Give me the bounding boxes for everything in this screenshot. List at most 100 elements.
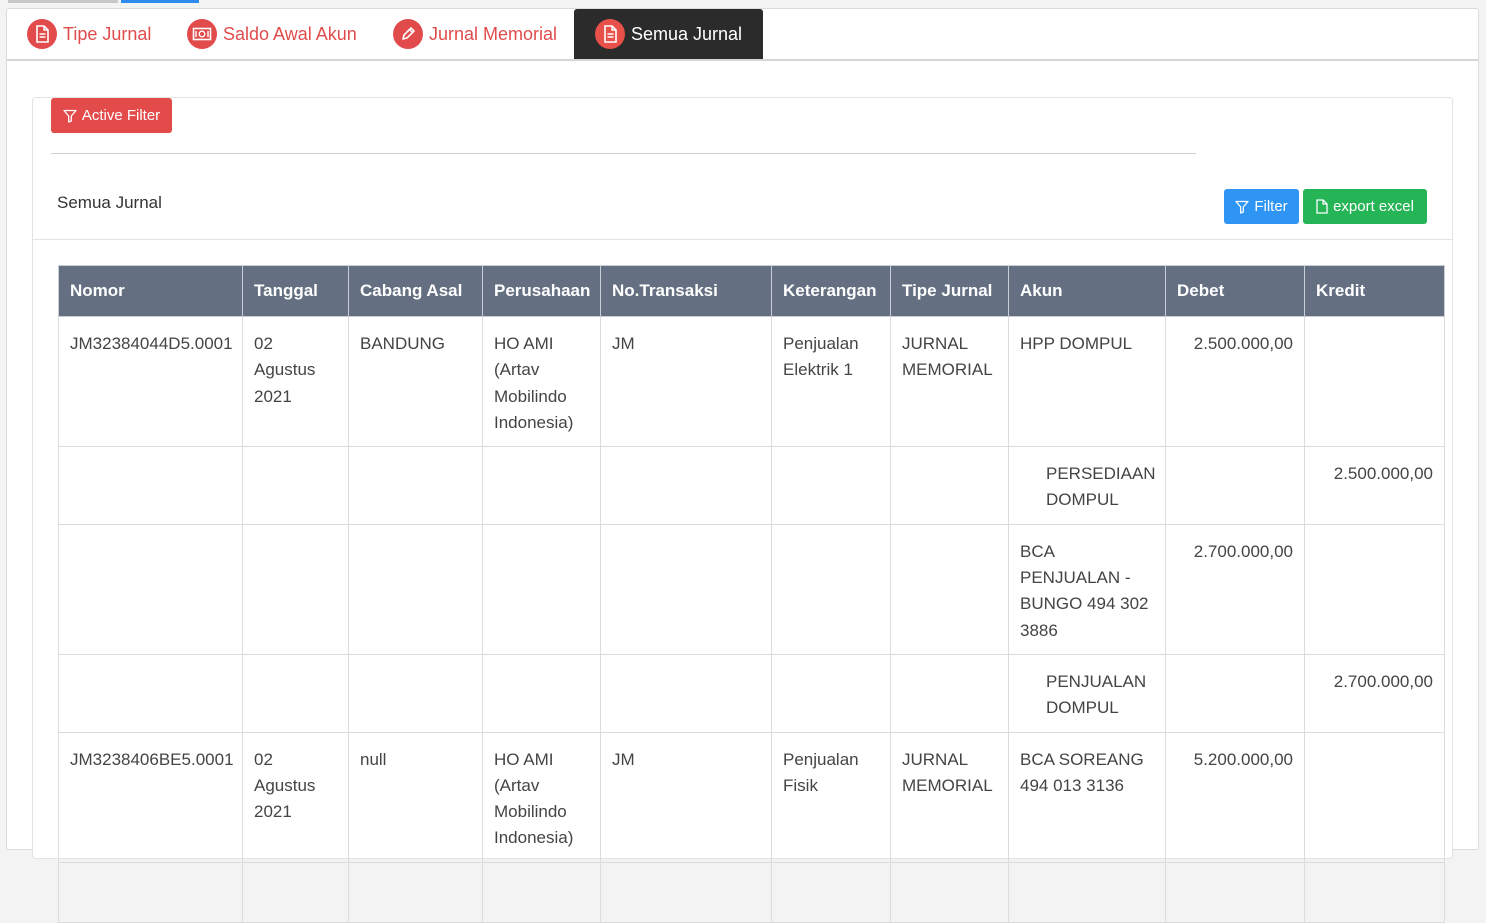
cell-nomor [58,523,243,655]
cell-nomor [58,653,243,733]
column-header[interactable]: Nomor [58,265,243,317]
cell-perusahaan [482,861,601,923]
journal-card: Active Filter Semua Jurnal Filter export… [32,97,1453,923]
table-row: JM3238406BE5.0001 02 Agustus 2021 null H… [58,731,1445,863]
tab-bar: Tipe Jurnal Saldo Awal Akun Jurnal Memor… [7,9,1478,61]
cell-perusahaan: HO AMI (Artav Mobilindo Indonesia) [482,731,601,863]
cell-perusahaan [482,653,601,733]
tab-semua-jurnal[interactable]: Semua Jurnal [574,9,764,59]
column-header[interactable]: Kredit [1304,265,1445,317]
cell-cabang [348,523,483,655]
top-scroll-indicator [0,0,200,3]
tab-saldo-awal-akun[interactable]: Saldo Awal Akun [187,9,357,59]
journal-table: Nomor Tanggal Cabang Asal Perusahaan No.… [58,265,1445,923]
export-excel-button[interactable]: export excel [1303,189,1427,224]
cell-tipe: JURNAL MEMORIAL [890,315,1009,448]
cell-akun [1008,861,1166,923]
money-icon [187,19,217,49]
filter-icon [1235,200,1249,214]
tab-label: Tipe Jurnal [63,23,152,44]
filter-label: Filter [1254,198,1288,215]
table-row: BCA PENJUALAN - BUNGO 494 302 3886 2.700… [58,523,1445,655]
cell-nomor: JM32384044D5.0001 [58,315,243,448]
cell-akun: HPP DOMPUL [1008,315,1166,448]
cell-transaksi [600,523,772,655]
cell-tanggal [242,446,349,525]
cell-debet: 2.700.000,00 [1165,523,1305,655]
cell-debet [1165,653,1305,733]
cell-nomor: JM3238406BE5.0001 [58,731,243,863]
table-row: PERSEDIAAN DOMPUL 2.500.000,00 [58,446,1445,525]
cell-debet: 5.200.000,00 [1165,731,1305,863]
cell-tipe [890,861,1009,923]
cell-debet [1165,446,1305,525]
column-header[interactable]: Tanggal [242,265,349,317]
active-filter-label: Active Filter [81,107,161,124]
file-icon [1316,199,1328,214]
cell-transaksi [600,653,772,733]
card-separator [33,239,1452,240]
pencil-icon [393,19,423,49]
cell-keterangan [771,861,891,923]
column-header[interactable]: Cabang Asal [348,265,483,317]
cell-perusahaan [482,446,601,525]
table-row [58,861,1445,923]
cell-nomor [58,861,243,923]
tab-label: Semua Jurnal [631,23,743,44]
main-panel: Tipe Jurnal Saldo Awal Akun Jurnal Memor… [6,8,1479,923]
cell-tipe [890,653,1009,733]
tab-label: Jurnal Memorial [429,23,558,44]
cell-cabang [348,446,483,525]
cell-cabang: null [348,731,483,863]
column-header[interactable]: Keterangan [771,265,891,317]
document-icon [27,19,57,49]
filter-button[interactable]: Filter [1224,189,1299,224]
cell-debet [1165,861,1305,923]
table-row: PENJUALAN DOMPUL 2.700.000,00 [58,653,1445,733]
cell-perusahaan: HO AMI (Artav Mobilindo Indonesia) [482,315,601,448]
card-title: Semua Jurnal [57,193,162,212]
filter-icon [63,109,77,123]
cell-kredit: 2.500.000,00 [1304,446,1445,525]
cell-tipe: JURNAL MEMORIAL [890,731,1009,863]
column-header[interactable]: Tipe Jurnal [890,265,1009,317]
cell-keterangan [771,446,891,525]
cell-tipe [890,523,1009,655]
cell-perusahaan [482,523,601,655]
cell-kredit: 2.700.000,00 [1304,653,1445,733]
cell-transaksi: JM [600,731,772,863]
tab-tipe-jurnal[interactable]: Tipe Jurnal [27,9,151,59]
column-header[interactable]: Akun [1008,265,1166,317]
column-header[interactable]: Perusahaan [482,265,601,317]
cell-kredit [1304,523,1445,655]
cell-tanggal [242,523,349,655]
cell-debet: 2.500.000,00 [1165,315,1305,448]
cell-keterangan: Penjualan Fisik [771,731,891,863]
column-header[interactable]: Debet [1165,265,1305,317]
tab-jurnal-memorial[interactable]: Jurnal Memorial [393,9,557,59]
cell-transaksi [600,446,772,525]
table-header-row: Nomor Tanggal Cabang Asal Perusahaan No.… [58,265,1445,317]
active-filter-button[interactable]: Active Filter [51,98,172,133]
column-header[interactable]: No.Transaksi [600,265,772,317]
cell-tipe [890,446,1009,525]
cell-kredit [1304,315,1445,448]
cell-tanggal [242,861,349,923]
cell-akun: PERSEDIAAN DOMPUL [1008,446,1166,525]
tab-label: Saldo Awal Akun [223,23,357,44]
cell-kredit [1304,861,1445,923]
document-icon [595,19,625,49]
cell-akun: BCA SOREANG 494 013 3136 [1008,731,1166,863]
export-label: export excel [1333,198,1414,215]
cell-tanggal: 02 Agustus 2021 [242,731,349,863]
cell-cabang [348,861,483,923]
cell-transaksi: JM [600,315,772,448]
cell-akun: BCA PENJUALAN - BUNGO 494 302 3886 [1008,523,1166,655]
cell-nomor [58,446,243,525]
table-row: JM32384044D5.0001 02 Agustus 2021 BANDUN… [58,315,1445,448]
cell-keterangan [771,523,891,655]
divider [51,153,1196,154]
cell-keterangan [771,653,891,733]
cell-cabang: BANDUNG [348,315,483,448]
cell-tanggal: 02 Agustus 2021 [242,315,349,448]
